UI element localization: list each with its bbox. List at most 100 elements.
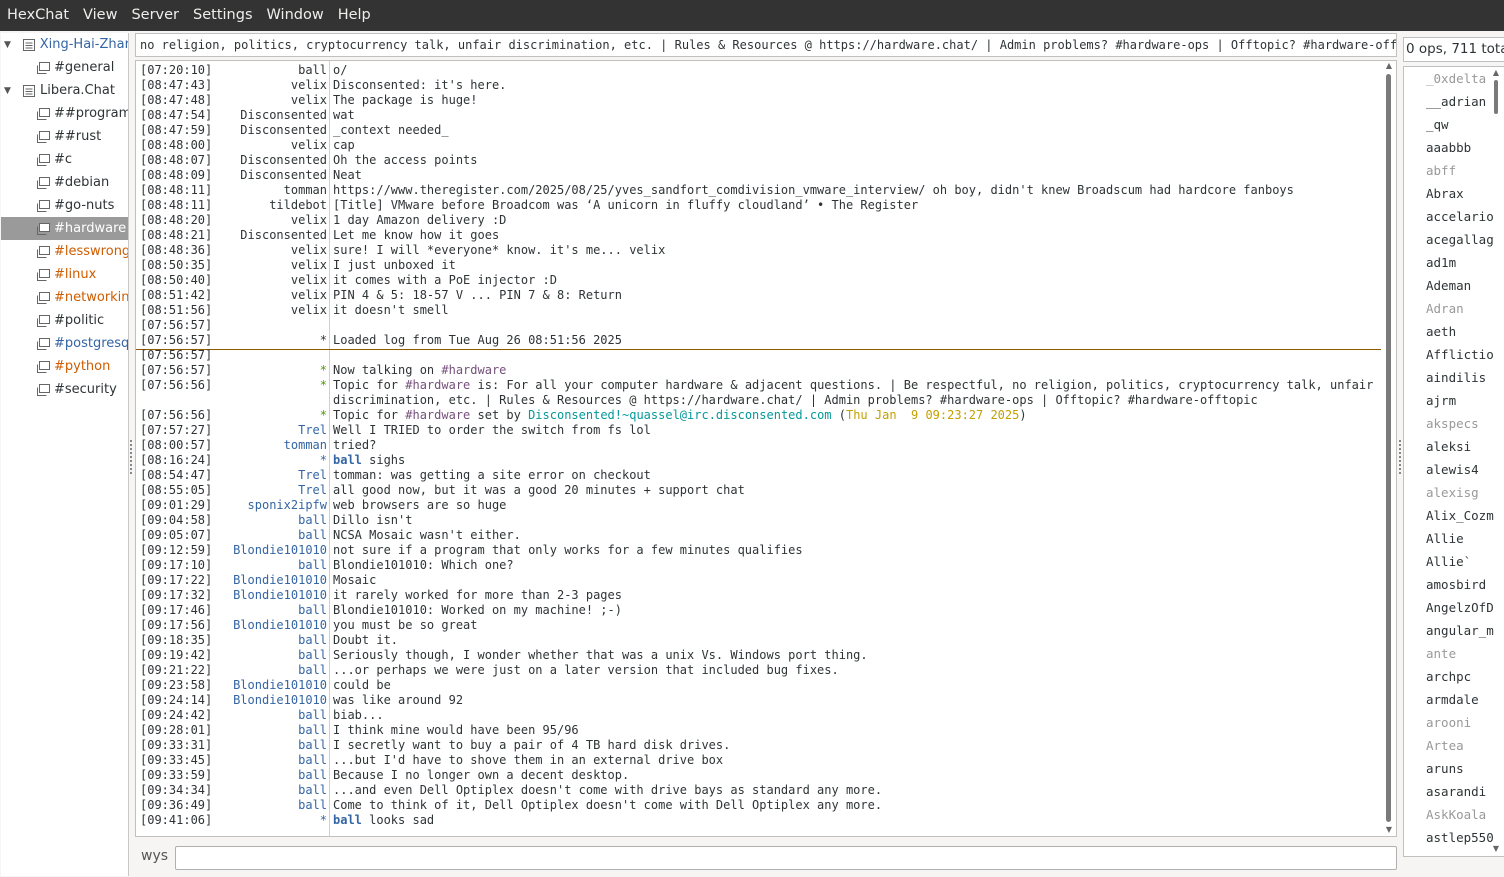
chat-nick[interactable]: velix (216, 273, 327, 288)
user-list-item[interactable]: Adran (1426, 297, 1464, 320)
chat-nick[interactable]: Disconsented (216, 108, 327, 123)
scroll-up-icon[interactable]: ▲ (1384, 61, 1394, 71)
user-list-item[interactable]: archpc (1426, 665, 1471, 688)
tree-channel-networkin[interactable]: #networkin (1, 286, 128, 309)
tree-channel-debian[interactable]: #debian (1, 171, 128, 194)
user-list-item[interactable]: __adrian (1426, 90, 1486, 113)
chat-nick[interactable]: ball (216, 648, 327, 663)
chat-nick[interactable]: Trel (216, 483, 327, 498)
user-list-item[interactable]: Alix_Cozm (1426, 504, 1494, 527)
user-list-item[interactable]: Abrax (1426, 182, 1464, 205)
user-list-item[interactable]: _qw (1426, 113, 1449, 136)
user-list-item[interactable]: amosbird (1426, 573, 1486, 596)
user-list-item[interactable]: Allie (1426, 527, 1464, 550)
tree-channel-lesswrong[interactable]: #lesswrong (1, 240, 128, 263)
message-highlight[interactable]: Disconsented!~quassel@irc.disconsented.c… (528, 408, 831, 422)
chat-nick[interactable]: Blondie101010 (216, 693, 327, 708)
user-list-item[interactable]: armdale (1426, 688, 1479, 711)
menu-server[interactable]: Server (124, 0, 186, 31)
expander-icon[interactable]: ▼ (4, 86, 16, 96)
tree-channel-programm[interactable]: ##programm (1, 102, 128, 125)
tree-channel-politic[interactable]: #politic (1, 309, 128, 332)
user-list-item[interactable]: alexisg (1426, 481, 1479, 504)
chat-nick[interactable]: velix (216, 78, 327, 93)
user-list-item[interactable]: aruns (1426, 757, 1464, 780)
user-list-item[interactable]: aindilis (1426, 366, 1486, 389)
user-list-item[interactable]: Allie` (1426, 550, 1471, 573)
user-list-item[interactable]: accelario (1426, 205, 1494, 228)
chat-nick[interactable]: tildebot (216, 198, 327, 213)
chat-nick[interactable]: ball (216, 63, 327, 78)
user-list-item[interactable]: ajrm (1426, 389, 1456, 412)
message-highlight[interactable]: #hardware (441, 363, 506, 377)
chat-nick[interactable]: * (216, 363, 327, 378)
chat-nick[interactable]: tomman (216, 183, 327, 198)
chat-nick[interactable]: Blondie101010 (216, 618, 327, 633)
chat-nick[interactable]: ball (216, 603, 327, 618)
chat-scrollbar[interactable]: ▲ ▼ (1382, 60, 1396, 837)
tree-channel-c[interactable]: #c (1, 148, 128, 171)
user-list-item[interactable]: acegallag (1426, 228, 1494, 251)
menu-help[interactable]: Help (331, 0, 378, 31)
user-list-scrollbar[interactable]: ▲ ▼ (1489, 66, 1503, 857)
user-list-item[interactable]: _0xdelta (1426, 67, 1486, 90)
tree-channel-linux[interactable]: #linux (1, 263, 128, 286)
chat-nick[interactable]: * (216, 453, 327, 468)
right-pane-grip[interactable] (1399, 440, 1401, 474)
chat-nick[interactable]: Trel (216, 423, 327, 438)
tree-channel-postgresq[interactable]: #postgresq (1, 332, 128, 355)
chat-nick[interactable]: tomman (216, 438, 327, 453)
chat-nick[interactable]: Disconsented (216, 153, 327, 168)
chat-nick[interactable]: velix (216, 258, 327, 273)
chat-nick[interactable]: ball (216, 798, 327, 813)
scroll-up-icon[interactable]: ▲ (1491, 68, 1501, 78)
chat-nick[interactable]: sponix2ipfw (216, 498, 327, 513)
user-list-item[interactable]: Artea (1426, 734, 1464, 757)
chat-nick[interactable]: * (216, 333, 327, 348)
nick-button[interactable]: wys (141, 848, 168, 864)
chat-nick[interactable]: Trel (216, 468, 327, 483)
tree-channel-general[interactable]: #general (1, 56, 128, 79)
chat-nick[interactable]: ball (216, 753, 327, 768)
tree-channel-rust[interactable]: ##rust (1, 125, 128, 148)
message-input[interactable] (175, 846, 1397, 870)
chat-nick[interactable]: ball (216, 783, 327, 798)
user-list-item[interactable]: AskKoala (1426, 803, 1486, 826)
chat-nick[interactable]: velix (216, 93, 327, 108)
tree-channel-gonuts[interactable]: #go-nuts (1, 194, 128, 217)
chat-nick[interactable]: ball (216, 513, 327, 528)
chat-nick[interactable]: * (216, 408, 327, 423)
chat-nick[interactable]: Blondie101010 (216, 543, 327, 558)
chat-view[interactable]: [07:20:10] ball o/[08:47:43] velix Disconsen… (135, 60, 1397, 837)
scroll-thumb[interactable] (1494, 80, 1498, 114)
user-list-item[interactable]: abff (1426, 159, 1456, 182)
chat-nick[interactable]: velix (216, 243, 327, 258)
user-list-item[interactable]: angular_m (1426, 619, 1494, 642)
chat-nick[interactable]: velix (216, 213, 327, 228)
chat-nick[interactable]: ball (216, 663, 327, 678)
chat-nick[interactable]: ball (216, 528, 327, 543)
chat-nick[interactable]: velix (216, 303, 327, 318)
user-list-item[interactable]: alewis4 (1426, 458, 1479, 481)
user-list-item[interactable]: arooni (1426, 711, 1471, 734)
chat-nick[interactable]: Disconsented (216, 228, 327, 243)
menu-settings[interactable]: Settings (186, 0, 259, 31)
menu-view[interactable]: View (76, 0, 124, 31)
topic-bar[interactable]: no religion, politics, cryptocurrency ta… (135, 33, 1397, 57)
menu-hexchat[interactable]: HexChat (0, 0, 76, 31)
user-list-item[interactable]: astlep550 (1426, 826, 1494, 849)
menu-window[interactable]: Window (260, 0, 331, 31)
message-highlight[interactable]: #hardware (405, 408, 470, 422)
user-list-hscrollbar[interactable] (1403, 858, 1504, 874)
user-list-item[interactable]: aleksi (1426, 435, 1471, 458)
chat-nick[interactable]: velix (216, 138, 327, 153)
user-list-item[interactable]: AngelzOfD (1426, 596, 1494, 619)
chat-nick[interactable]: Disconsented (216, 168, 327, 183)
scroll-thumb[interactable] (1386, 74, 1391, 822)
chat-nick[interactable]: Blondie101010 (216, 678, 327, 693)
chat-nick[interactable]: Blondie101010 (216, 573, 327, 588)
tree-server-xinghaizhar[interactable]: ▼ Xing-Hai-Zhar (1, 33, 128, 56)
chat-nick[interactable]: ball (216, 633, 327, 648)
user-list-item[interactable]: ad1m (1426, 251, 1456, 274)
user-list-item[interactable]: Ademan (1426, 274, 1471, 297)
